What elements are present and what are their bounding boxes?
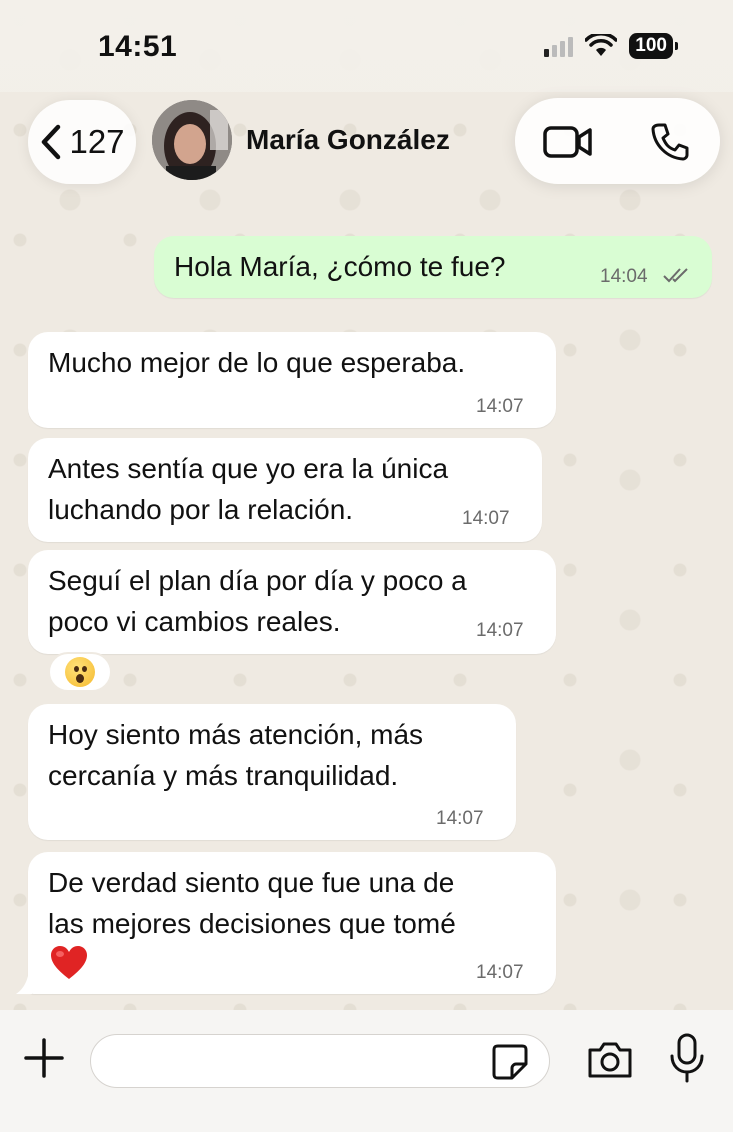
contact-name[interactable]: María González [246, 124, 450, 156]
status-bar: 14:51 100 [0, 0, 733, 92]
message-text: Mucho mejor de lo que esperaba. [48, 347, 466, 378]
message-reaction[interactable] [48, 652, 112, 692]
message-time: 14:07 [476, 620, 524, 641]
message-bubble-outgoing[interactable]: Hola María, ¿cómo te fue? 14:04 [154, 236, 712, 298]
message-bubble-incoming[interactable]: Antes sentía que yo era la única luchand… [28, 438, 542, 542]
wifi-icon [585, 34, 618, 56]
message-bubble-incoming[interactable]: Seguí el plan día por día y poco a poco … [28, 550, 556, 654]
video-camera-icon [543, 126, 592, 158]
plus-icon[interactable] [22, 1036, 66, 1080]
avatar-photo [152, 100, 232, 180]
message-text: Hoy siento más atención, más cercanía y … [48, 719, 424, 791]
read-ticks-icon [663, 268, 688, 283]
sticker-icon[interactable] [490, 1042, 530, 1082]
message-text: Hola María, ¿cómo te fue? [174, 251, 506, 282]
message-input[interactable] [90, 1034, 550, 1088]
status-icons: 100 [544, 33, 678, 59]
phone-icon [651, 123, 689, 161]
message-bubble-incoming[interactable]: Mucho mejor de lo que esperaba. 14:07 [28, 332, 556, 428]
voice-call-button[interactable] [645, 120, 695, 164]
call-actions [515, 98, 720, 184]
battery-indicator: 100 [629, 33, 678, 59]
hushed-face-emoji-icon [65, 657, 95, 687]
bubble-tail [16, 976, 32, 994]
red-heart-emoji-icon [51, 946, 87, 979]
message-time: 14:07 [436, 808, 484, 829]
cellular-signal-icon [544, 35, 574, 57]
message-text: Seguí el plan día por día y poco a poco … [48, 565, 467, 637]
message-time: 14:04 [600, 266, 648, 287]
camera-icon[interactable] [586, 1038, 634, 1082]
status-time: 14:51 [98, 30, 178, 63]
message-text: Antes sentía que yo era la única luchand… [48, 453, 449, 525]
message-bubble-incoming[interactable]: Hoy siento más atención, más cercanía y … [28, 704, 516, 840]
message-text: De verdad siento que fue una de las mejo… [48, 867, 456, 939]
message-time: 14:07 [476, 962, 524, 983]
video-call-button[interactable] [543, 120, 593, 164]
avatar[interactable] [152, 100, 232, 180]
back-button[interactable]: 127 [28, 100, 136, 184]
unread-count: 127 [69, 123, 125, 160]
message-bubble-incoming[interactable]: De verdad siento que fue una de las mejo… [28, 852, 556, 994]
message-time: 14:07 [476, 396, 524, 417]
chevron-left-icon [42, 124, 61, 160]
microphone-icon[interactable] [668, 1032, 706, 1084]
message-time: 14:07 [462, 508, 510, 529]
